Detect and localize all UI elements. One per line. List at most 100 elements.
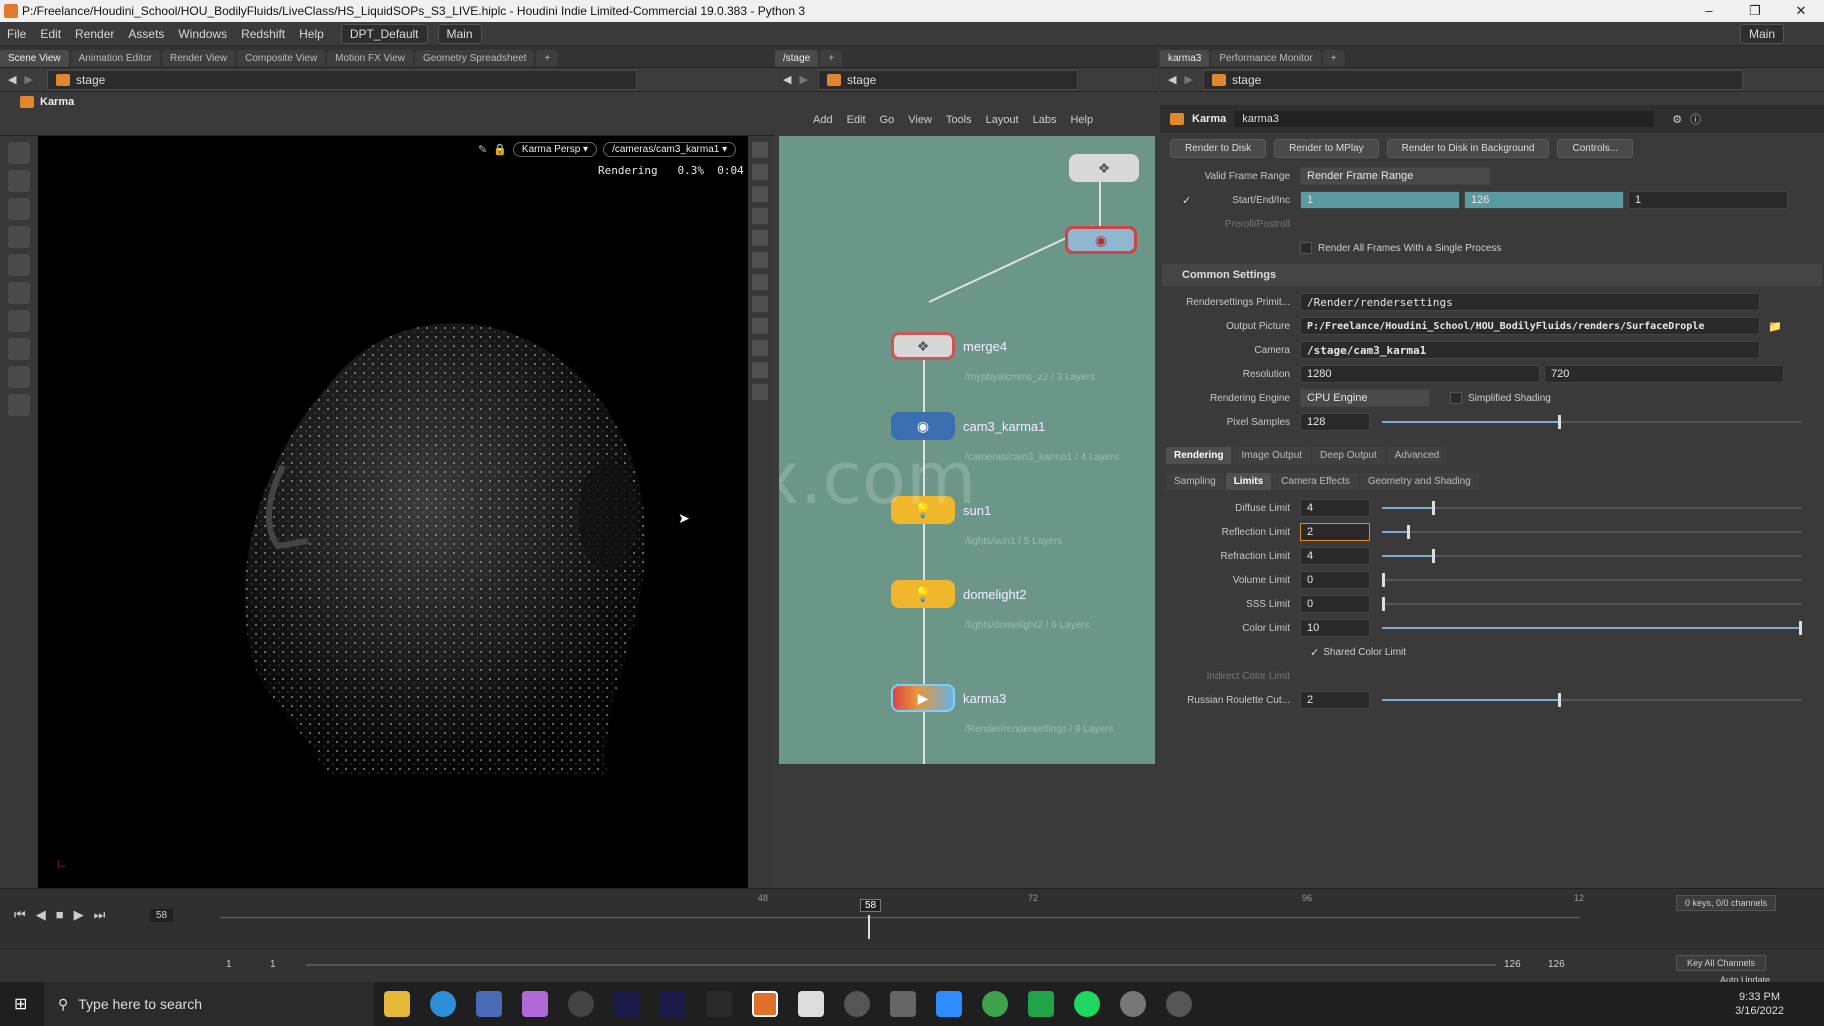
- param-path-field[interactable]: stage: [1202, 69, 1743, 90]
- tab-scene-view[interactable]: Scene View: [0, 50, 69, 67]
- start-frame-field[interactable]: 1: [1300, 191, 1460, 209]
- app-icon[interactable]: [1120, 991, 1146, 1017]
- limit-slider[interactable]: [1382, 597, 1802, 611]
- tab-stage[interactable]: /stage: [775, 50, 819, 67]
- menu-windows[interactable]: Windows: [171, 27, 234, 41]
- node-domelight2[interactable]: 💡 domelight2: [891, 580, 1027, 608]
- network-menu-view[interactable]: View: [908, 114, 932, 126]
- menu-file[interactable]: File: [0, 27, 33, 41]
- desktop-right-select[interactable]: Main: [1739, 23, 1784, 44]
- render-to-mplay-button[interactable]: Render to MPlay: [1274, 139, 1379, 158]
- tab-limits[interactable]: Limits: [1225, 473, 1272, 490]
- maximize-button[interactable]: ❐: [1732, 0, 1778, 22]
- display-option-icon[interactable]: [752, 164, 768, 180]
- pencil-icon[interactable]: ✎: [478, 143, 487, 156]
- playback-start[interactable]: 1: [270, 959, 276, 970]
- range-start[interactable]: 1: [226, 959, 232, 970]
- back-arrow-icon[interactable]: ◀: [1168, 73, 1176, 86]
- network-menu-help[interactable]: Help: [1070, 114, 1093, 126]
- rotate-tool-icon[interactable]: [8, 226, 30, 248]
- tab-render-view[interactable]: Render View: [162, 50, 236, 67]
- limit-slider[interactable]: [1382, 573, 1802, 587]
- playback-end[interactable]: 126: [1504, 959, 1521, 970]
- limit-slider[interactable]: [1382, 501, 1802, 515]
- menu-help[interactable]: Help: [292, 27, 331, 41]
- add-tab-button[interactable]: +: [1322, 50, 1345, 67]
- menu-render[interactable]: Render: [68, 27, 121, 41]
- camera-field[interactable]: /stage/cam3_karma1: [1300, 341, 1760, 359]
- forward-arrow-icon[interactable]: ▶: [799, 73, 807, 86]
- app-icon[interactable]: [982, 991, 1008, 1017]
- left-path-field[interactable]: stage: [46, 69, 637, 90]
- bridge-icon[interactable]: [706, 991, 732, 1017]
- windows-start-icon[interactable]: ⊞: [14, 994, 27, 1014]
- gear-icon[interactable]: ⚙: [1672, 113, 1682, 126]
- slider-knob[interactable]: [1382, 573, 1385, 587]
- network-editor[interactable]: ❖ ◉ ❖ merge4 /mypbyatcmms_z2 / 3 Layers …: [779, 136, 1155, 764]
- inc-frame-field[interactable]: 1: [1628, 191, 1788, 209]
- app-icon[interactable]: [1166, 991, 1192, 1017]
- step-back-icon[interactable]: ◀: [36, 907, 46, 923]
- network-path-field[interactable]: stage: [817, 69, 1078, 90]
- camera-path-menu[interactable]: /cameras/cam3_karma1 ▾: [603, 142, 737, 157]
- tab-image-output[interactable]: Image Output: [1233, 447, 1311, 464]
- tab-sampling[interactable]: Sampling: [1166, 473, 1224, 490]
- shelf-set-select[interactable]: Main: [437, 23, 482, 44]
- lock-icon[interactable]: 🔒: [493, 143, 507, 156]
- rendersettings-field[interactable]: /Render/rendersettings: [1300, 293, 1760, 311]
- light-tool-icon[interactable]: [8, 394, 30, 416]
- display-option-icon[interactable]: [752, 384, 768, 400]
- network-menu-layout[interactable]: Layout: [986, 114, 1019, 126]
- tab-geometry-shading[interactable]: Geometry and Shading: [1359, 473, 1479, 490]
- select-tool-icon[interactable]: [8, 142, 30, 164]
- limit-value-field[interactable]: 0: [1300, 595, 1370, 613]
- forward-arrow-icon[interactable]: ▶: [1184, 73, 1192, 86]
- app-icon[interactable]: [522, 991, 548, 1017]
- slider-knob[interactable]: [1799, 621, 1802, 635]
- controls-button[interactable]: Controls...: [1557, 139, 1634, 158]
- view-tool-icon[interactable]: [8, 170, 30, 192]
- karma-viewport[interactable]: ✎ 🔒 Karma Persp ▾ /cameras/cam3_karma1 ▾…: [38, 136, 748, 888]
- node-upstream-2[interactable]: ◉: [1065, 226, 1137, 254]
- limit-value-field[interactable]: 4: [1300, 547, 1370, 565]
- playhead[interactable]: [868, 915, 870, 939]
- houdini-icon[interactable]: [752, 991, 778, 1017]
- app-icon[interactable]: [844, 991, 870, 1017]
- jump-end-icon[interactable]: ⏭: [94, 907, 106, 923]
- jump-start-icon[interactable]: ⏮: [14, 907, 26, 923]
- resolution-y-field[interactable]: 720: [1544, 365, 1784, 383]
- valid-frame-range-menu[interactable]: Render Frame Range: [1300, 167, 1490, 185]
- keys-channels-menu[interactable]: 0 keys, 0/0 channels: [1676, 895, 1777, 911]
- frame-field[interactable]: 58: [150, 909, 174, 922]
- help-icon[interactable]: ⓘ: [1690, 111, 1701, 127]
- media-encoder-icon[interactable]: [660, 991, 686, 1017]
- move-tool-icon[interactable]: [8, 198, 30, 220]
- russian-roulette-field[interactable]: 2: [1300, 691, 1370, 709]
- network-menu-labs[interactable]: Labs: [1033, 114, 1057, 126]
- display-option-icon[interactable]: [752, 340, 768, 356]
- display-option-icon[interactable]: [752, 142, 768, 158]
- tab-rendering[interactable]: Rendering: [1166, 447, 1232, 464]
- range-slider[interactable]: [306, 964, 1496, 966]
- shared-color-limit-checkbox[interactable]: ✓: [1310, 646, 1319, 659]
- app-icon[interactable]: [1028, 991, 1054, 1017]
- node-merge4[interactable]: ❖ merge4: [891, 332, 1007, 360]
- pixel-samples-field[interactable]: 128: [1300, 413, 1370, 431]
- after-effects-icon[interactable]: [614, 991, 640, 1017]
- desktop-select[interactable]: DPT_Default: [340, 23, 428, 44]
- resolution-x-field[interactable]: 1280: [1300, 365, 1540, 383]
- display-option-icon[interactable]: [752, 296, 768, 312]
- slider-knob[interactable]: [1407, 525, 1411, 539]
- limit-value-field[interactable]: 0: [1300, 571, 1370, 589]
- taskbar-search[interactable]: ⚲ Type here to search: [44, 982, 374, 1026]
- output-picture-field[interactable]: P:/Freelance/Houdini_School/HOU_BodilyFl…: [1300, 317, 1760, 335]
- network-menu-go[interactable]: Go: [880, 114, 895, 126]
- common-settings-section[interactable]: Common Settings: [1162, 264, 1822, 286]
- rendering-engine-menu[interactable]: CPU Engine: [1300, 389, 1430, 407]
- limit-slider[interactable]: [1382, 525, 1802, 539]
- taskbar-clock[interactable]: 9:33 PM 3/16/2022: [1735, 990, 1784, 1018]
- simplified-shading-checkbox[interactable]: [1450, 392, 1462, 404]
- menu-assets[interactable]: Assets: [121, 27, 171, 41]
- key-all-channels-button[interactable]: Key All Channels: [1676, 955, 1767, 971]
- handle-tool-icon[interactable]: [8, 282, 30, 304]
